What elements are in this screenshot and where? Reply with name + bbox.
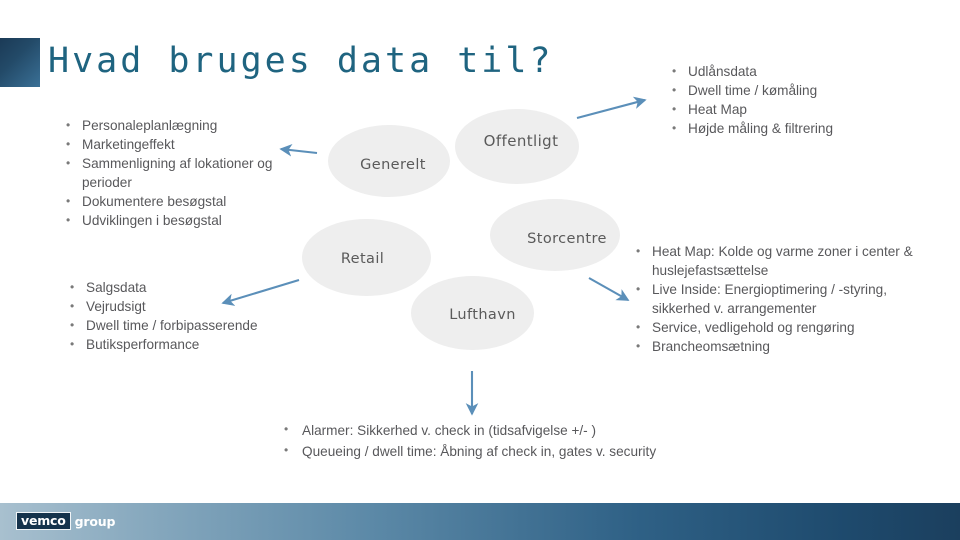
list-item-label: Brancheomsætning [652,339,770,354]
bullet-dot-icon: • [672,121,677,135]
bullet-dot-icon: • [66,137,71,151]
bullet-dot-icon: • [70,318,75,332]
ellipse-lufthavn[interactable]: Lufthavn [411,276,534,350]
list-item-label: Vejrudsigt [86,299,146,314]
arrow-up-right-icon [576,96,647,120]
list-item: • Butiksperformance [64,335,294,354]
list-item: • Live Inside: Energioptimering / -styrin… [630,280,948,318]
bullet-dot-icon: • [70,280,75,294]
arrow-down-right-icon [588,277,630,301]
ellipse-retail[interactable]: Retail [302,219,431,296]
list-item-label: Service, vedligehold og rengøring [652,320,855,335]
ellipse-generelt-label: Generelt [360,157,426,173]
list-item: • Brancheomsætning [630,337,948,356]
list-item: • Dokumentere besøgstal [60,192,300,211]
list-item: • Heat Map [666,100,946,119]
list-item-label: Personaleplanlægning [82,118,218,133]
list-item-label: Heat Map: Kolde og varme zoner i center … [652,244,913,278]
bullet-dot-icon: • [636,320,641,334]
bullet-list-airport-uses: • Alarmer: Sikkerhed v. check in (tidsafv… [278,420,798,462]
bullet-dot-icon: • [636,282,641,296]
bullet-dot-icon: • [66,194,71,208]
bullet-dot-icon: • [284,422,289,436]
list-item-label: Live Inside: Energioptimering / -styring… [652,282,887,316]
list-item: • Queueing / dwell time: Åbning af check … [278,441,798,462]
vemco-group-logo: vemco group [16,512,115,530]
list-item-label: Udviklingen i besøgstal [82,213,222,228]
bullet-list-public-data: • Udlånsdata • Dwell time / kømåling • Heat M… [666,62,946,138]
bullet-dot-icon: • [66,156,71,170]
title-accent-block [0,38,40,87]
list-item: • Sammenligning af lokationer og perioder [60,154,300,192]
list-item: • Udlånsdata [666,62,946,81]
list-item-label: Heat Map [688,102,747,117]
list-item-label: Sammenligning af lokationer og perioder [82,156,273,190]
list-item-label: Marketingeffekt [82,137,175,152]
list-item: • Udviklingen i besøgstal [60,211,300,230]
logo-word: group [74,513,116,529]
ellipse-generelt[interactable]: Generelt [328,125,450,197]
list-item: • Alarmer: Sikkerhed v. check in (tidsafv… [278,420,798,441]
list-item-label: Udlånsdata [688,64,757,79]
list-item-label: Queueing / dwell time: Åbning af check i… [302,444,657,459]
bullet-dot-icon: • [672,64,677,78]
bullet-dot-icon: • [636,339,641,353]
ellipse-lufthavn-label: Lufthavn [449,307,516,323]
list-item-label: Dwell time / kømåling [688,83,818,98]
list-item-label: Højde måling & filtrering [688,121,834,136]
bullet-dot-icon: • [70,299,75,313]
bullet-dot-icon: • [70,337,75,351]
ellipse-offentligt-label: Offentligt [483,131,559,150]
list-item-label: Butiksperformance [86,337,200,352]
page-title: Hvad bruges data til? [48,41,554,81]
slide-canvas: Hvad bruges data til? Generelt Offentlig… [0,0,960,540]
list-item: • Service, vedligehold og rengøring [630,318,948,337]
ellipse-offentligt[interactable]: Offentligt [455,109,579,184]
bullet-list-general-uses: • Personaleplanlægning • Marketingeffekt • Sa… [60,116,300,230]
bullet-dot-icon: • [284,443,289,457]
list-item-label: Alarmer: Sikkerhed v. check in (tidsafvi… [302,423,597,438]
logo-mark: vemco [16,512,71,530]
footer-bar: vemco group [0,503,960,540]
ellipse-retail-label: Retail [340,250,385,267]
list-item: • Marketingeffekt [60,135,300,154]
list-item: • Dwell time / forbipasserende [64,316,294,335]
ellipse-storcentre-label: Storcentre [527,231,607,247]
list-item: • Dwell time / kømåling [666,81,946,100]
bullet-list-mall-uses: • Heat Map: Kolde og varme zoner i center… [630,242,948,356]
bullet-dot-icon: • [636,244,641,258]
list-item: • Salgsdata [64,278,294,297]
ellipse-storcentre[interactable]: Storcentre [490,199,620,271]
list-item-label: Dokumentere besøgstal [82,194,227,209]
bullet-dot-icon: • [672,102,677,116]
bullet-dot-icon: • [672,83,677,97]
list-item: • Heat Map: Kolde og varme zoner i center… [630,242,948,280]
list-item-label: Dwell time / forbipasserende [86,318,258,333]
list-item: • Vejrudsigt [64,297,294,316]
bullet-list-retail-data: • Salgsdata • Vejrudsigt • Dwell time / forbi… [64,278,294,354]
bullet-dot-icon: • [66,118,71,132]
list-item-label: Salgsdata [86,280,147,295]
list-item: • Personaleplanlægning [60,116,300,135]
bullet-dot-icon: • [66,213,71,227]
list-item: • Højde måling & filtrering [666,119,946,138]
